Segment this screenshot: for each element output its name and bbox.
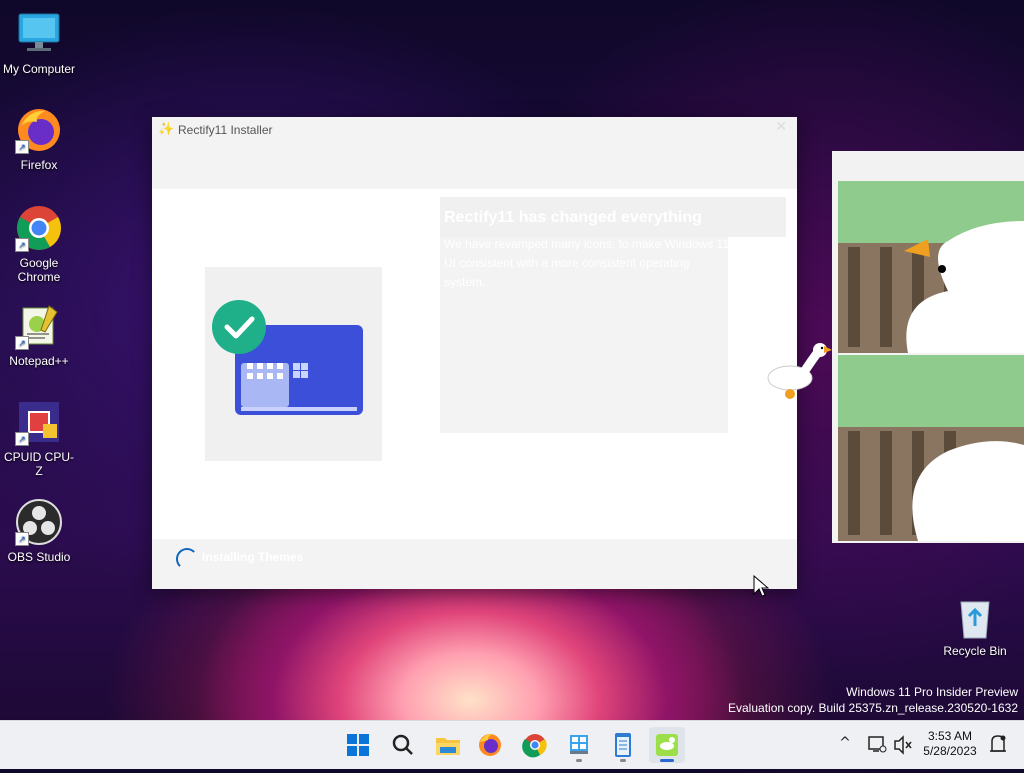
running-indicator (660, 759, 674, 762)
shortcut-arrow-icon: ↗ (15, 238, 29, 252)
goose-panel-bottom (838, 355, 1024, 541)
cpuz-icon: ↗ (15, 398, 63, 446)
running-indicator (620, 759, 626, 762)
sparkle-icon: ✨ (158, 122, 175, 137)
watermark-line2: Evaluation copy. Build 25375.zn_release.… (728, 701, 1018, 715)
desktop-icon-label: CPUID CPU-Z (3, 450, 74, 478)
chevron-up-icon: ^ (839, 735, 851, 751)
desktop-icon-label: OBS Studio (7, 550, 71, 564)
desktop-icon-chrome[interactable]: ↗ Google Chrome (1, 204, 77, 284)
desktop-icon-label: Notepad++ (9, 354, 69, 368)
desktop-icon-label: Firefox (20, 158, 58, 172)
notification-bell-icon (990, 735, 1006, 752)
network-icon (868, 736, 887, 753)
running-indicator (576, 759, 582, 762)
search-button[interactable] (385, 727, 421, 763)
window-title: Rectify11 Installer (178, 123, 273, 137)
chrome-taskbar-button[interactable] (517, 727, 553, 763)
file-explorer-icon (436, 738, 460, 755)
firefox-icon (479, 734, 501, 756)
shortcut-arrow-icon: ↗ (15, 532, 29, 546)
loading-spinner-icon (176, 548, 198, 570)
installer-titlebar[interactable]: ✨ Rectify11 Installer ✕ (152, 117, 797, 189)
firefox-icon: ↗ (15, 106, 63, 154)
shortcut-arrow-icon: ↗ (15, 432, 29, 446)
notepadpp-icon: ↗ (15, 302, 63, 350)
notepad-taskbar-button[interactable] (605, 727, 641, 763)
desktop-icon-recycle-bin[interactable]: Recycle Bin (940, 596, 1010, 658)
file-explorer-button[interactable] (430, 727, 466, 763)
mouse-cursor-icon (753, 575, 769, 597)
chrome-icon: ↗ (15, 204, 63, 252)
desktop-icon-notepadpp[interactable]: ↗ Notepad++ (1, 302, 77, 368)
goose-icon (767, 343, 832, 399)
goose-icon (904, 221, 1024, 353)
status-text: Installing Themes (202, 550, 304, 564)
shortcut-arrow-icon: ↗ (15, 140, 29, 154)
shortcut-arrow-icon: ↗ (15, 336, 29, 350)
firefox-taskbar-button[interactable] (472, 727, 508, 763)
desktop-icon-label: My Computer (2, 62, 76, 76)
recycle-bin-icon (955, 596, 995, 640)
desktop-goose-icon (656, 734, 678, 756)
start-icon (347, 734, 369, 756)
installer-icon (570, 735, 588, 754)
info-heading: Rectify11 has changed everything (444, 209, 702, 226)
installer-taskbar-button[interactable] (561, 727, 597, 763)
taskbar: ^ 3:53 AM 5/28/2023 (0, 720, 1024, 769)
goose-icon (912, 441, 1024, 541)
close-button[interactable]: ✕ (775, 119, 787, 135)
goose-panel-top (838, 181, 1024, 353)
notifications-button[interactable] (988, 721, 1008, 769)
show-hidden-icons-button[interactable]: ^ (836, 721, 854, 769)
start-button[interactable] (340, 727, 376, 763)
chrome-icon (522, 734, 547, 758)
desktop-icon-cpuz[interactable]: ↗ CPUID CPU-Z (1, 398, 77, 478)
clock-time: 3:53 AM (927, 729, 973, 743)
desktop-icon-firefox[interactable]: ↗ Firefox (1, 106, 77, 172)
watermark-line1: Windows 11 Pro Insider Preview (846, 685, 1018, 699)
laptop-check-icon (212, 300, 363, 415)
desktop-goose[interactable] (766, 340, 832, 404)
goose-window[interactable] (832, 151, 1024, 543)
hero-illustration (205, 267, 382, 461)
recycle-bin-label: Recycle Bin (943, 644, 1007, 658)
info-description: We have revamped many icons, to make Win… (444, 237, 730, 289)
obs-icon: ↗ (15, 498, 63, 546)
desktop-icon-my-computer[interactable]: My Computer (1, 10, 77, 76)
installer-footer: Installing Themes (152, 539, 797, 589)
volume-muted-icon (894, 735, 912, 755)
network-tray-icon[interactable] (866, 721, 888, 769)
installer-window[interactable]: ✨ Rectify11 Installer ✕ Rectify11 has ch… (152, 117, 797, 589)
monitor-icon (15, 10, 63, 58)
search-icon (392, 734, 413, 755)
windows-watermark: Windows 11 Pro Insider Preview Evaluatio… (728, 684, 1018, 716)
clock-date: 5/28/2023 (923, 744, 977, 758)
volume-tray-icon[interactable] (892, 721, 914, 769)
desktop-goose-taskbar-button[interactable] (649, 727, 685, 763)
desktop-icon-obs[interactable]: ↗ OBS Studio (1, 498, 77, 564)
notepad-icon (615, 733, 631, 757)
clock[interactable]: 3:53 AM 5/28/2023 (914, 729, 986, 759)
desktop-icon-label: Google Chrome (17, 256, 61, 284)
